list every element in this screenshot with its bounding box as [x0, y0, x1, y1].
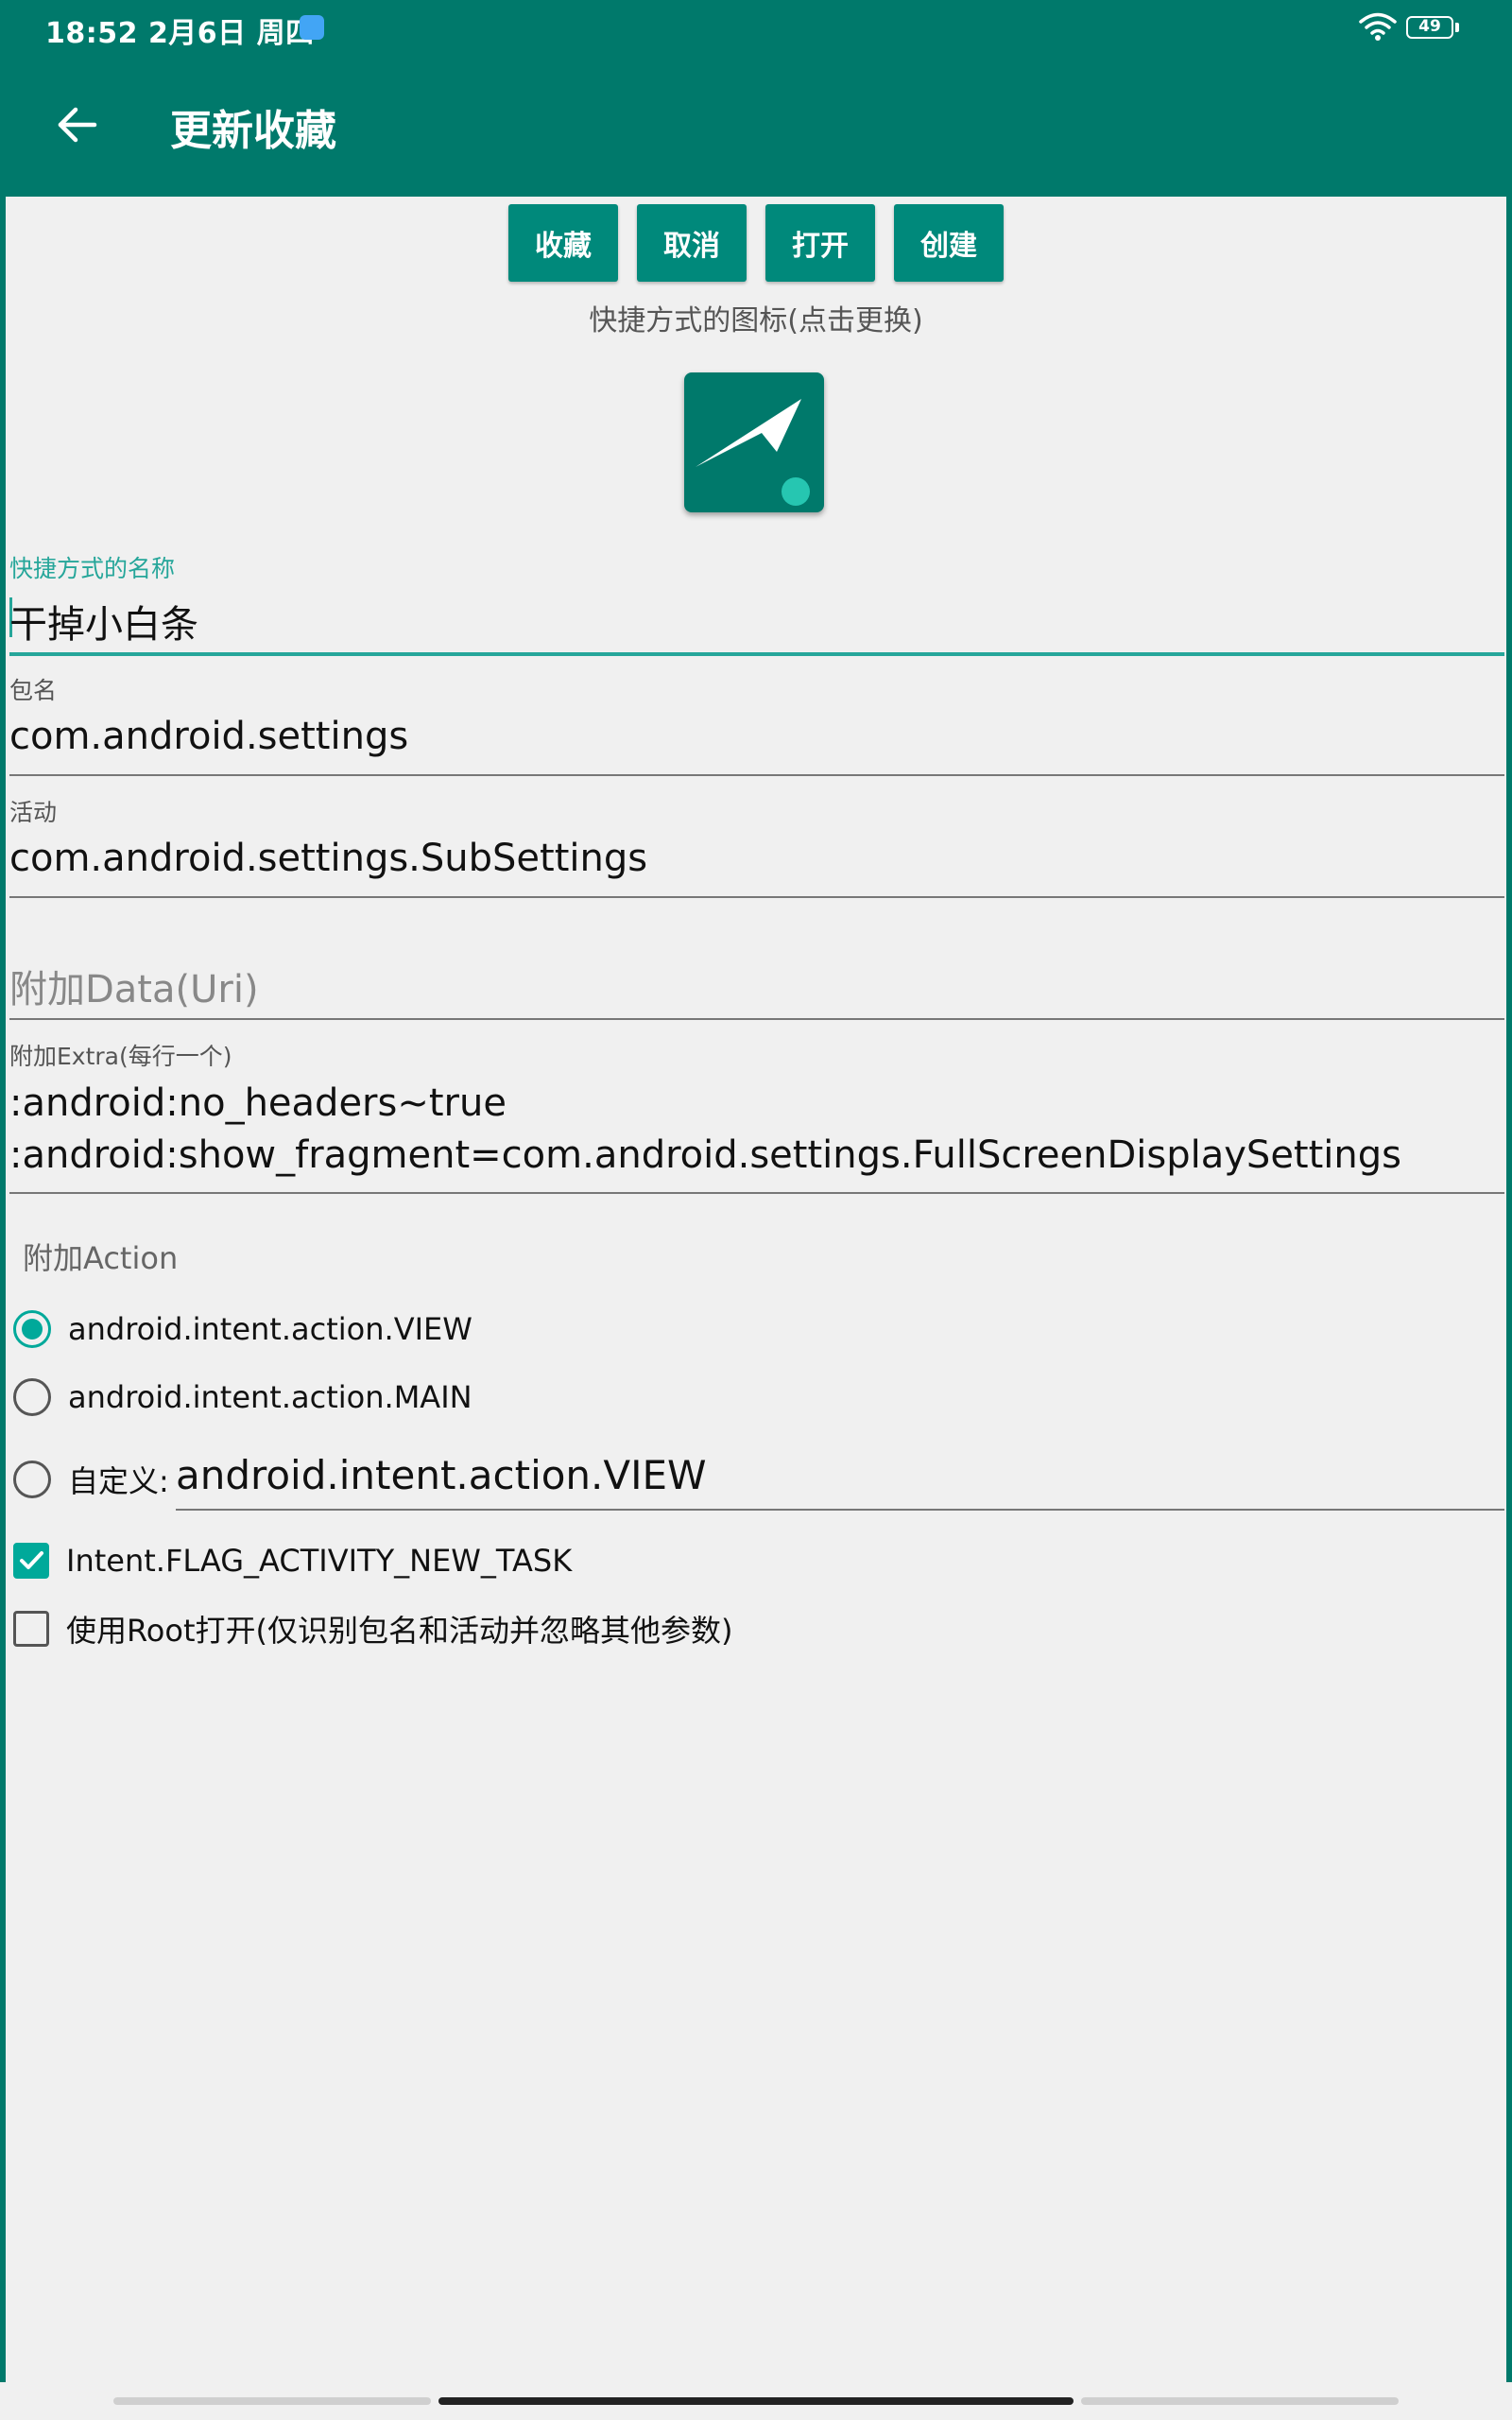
custom-action-input[interactable]: android.intent.action.VIEW — [176, 1452, 707, 1498]
name-field-underline — [9, 652, 1504, 656]
create-button[interactable]: 创建 — [894, 204, 1004, 282]
flag-label: Intent.FLAG_ACTIVITY_NEW_TASK — [66, 1543, 573, 1579]
flag-root-open[interactable]: 使用Root打开(仅识别包名和活动并忽略其他参数) — [13, 1603, 732, 1654]
name-field[interactable]: 干掉小白条 — [9, 594, 198, 648]
activity-field[interactable]: com.android.settings.SubSettings — [9, 837, 647, 880]
shortcut-arrow-icon — [696, 399, 810, 506]
extra-field-line[interactable]: :android:show_fragment=com.android.setti… — [9, 1133, 1401, 1177]
package-field-underline — [9, 774, 1504, 776]
check-icon — [20, 1551, 43, 1569]
radio-button[interactable] — [13, 1378, 51, 1416]
package-field-label: 包名 — [9, 677, 58, 704]
action-option-custom[interactable]: 自定义: — [13, 1454, 169, 1505]
page-title: 更新收藏 — [170, 107, 336, 155]
action-option-view[interactable]: android.intent.action.VIEW — [13, 1304, 472, 1355]
activity-field-label: 活动 — [9, 799, 58, 826]
status-time: 18:52 2月6日 周四 — [45, 17, 315, 50]
custom-action-underline — [176, 1509, 1504, 1511]
activity-field-underline — [9, 896, 1504, 898]
action-button-row: 收藏 取消 打开 创建 — [6, 204, 1506, 282]
action-section-label: 附加Action — [23, 1240, 179, 1276]
custom-action-label: 自定义: — [68, 1463, 169, 1499]
extra-field-underline — [9, 1192, 1504, 1194]
name-field-label: 快捷方式的名称 — [9, 555, 176, 582]
flag-label: 使用Root打开(仅识别包名和活动并忽略其他参数) — [66, 1613, 733, 1649]
back-arrow-icon — [58, 107, 97, 143]
shortcut-icon-button[interactable] — [684, 372, 824, 512]
favorite-button[interactable]: 收藏 — [508, 204, 618, 282]
radio-button[interactable] — [13, 1461, 51, 1498]
action-option-label: android.intent.action.MAIN — [68, 1379, 472, 1415]
checkbox[interactable] — [13, 1611, 49, 1647]
status-bar: 18:52 2月6日 周四 49 — [0, 0, 1512, 57]
wifi-icon — [1359, 12, 1397, 41]
battery-icon: 49 — [1406, 16, 1453, 39]
nav-indicator-left — [113, 2397, 431, 2405]
data-uri-field[interactable]: 附加Data(Uri) — [9, 959, 259, 1013]
extra-field-line[interactable]: :android:no_headers~true — [9, 1081, 507, 1125]
home-indicator[interactable] — [438, 2397, 1074, 2405]
cancel-button[interactable]: 取消 — [637, 204, 747, 282]
app-bar: 更新收藏 — [0, 57, 1512, 197]
data-uri-field-underline — [9, 1018, 1504, 1020]
icon-hint-text: 快捷方式的图标(点击更换) — [589, 304, 923, 337]
back-button[interactable] — [47, 95, 108, 155]
notification-app-icon — [300, 15, 324, 40]
action-option-main[interactable]: android.intent.action.MAIN — [13, 1372, 472, 1423]
flag-new-task[interactable]: Intent.FLAG_ACTIVITY_NEW_TASK — [13, 1535, 572, 1586]
nav-indicator-right — [1081, 2397, 1399, 2405]
content-panel: 收藏 取消 打开 创建 快捷方式的图标(点击更换) 快捷方式的名称 干掉小白条 … — [6, 197, 1506, 2382]
extra-field-label: 附加Extra(每行一个) — [9, 1043, 232, 1070]
package-field[interactable]: com.android.settings — [9, 715, 408, 758]
radio-button[interactable] — [13, 1310, 51, 1348]
open-button[interactable]: 打开 — [765, 204, 875, 282]
checkbox[interactable] — [13, 1543, 49, 1579]
action-option-label: android.intent.action.VIEW — [68, 1311, 472, 1347]
battery-tip — [1455, 23, 1459, 32]
navigation-bar — [0, 2382, 1512, 2420]
